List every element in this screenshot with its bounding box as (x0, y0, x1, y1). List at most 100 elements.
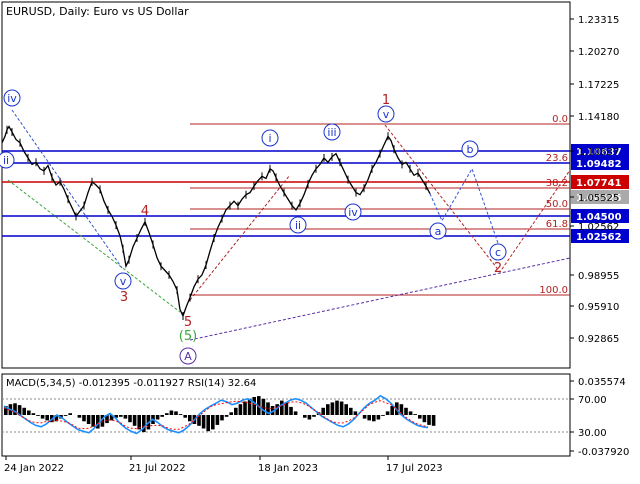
macd-histogram-bar (335, 400, 339, 415)
macd-histogram-bar (229, 412, 233, 415)
price-line-label: 1.07741 (576, 178, 622, 189)
macd-histogram-bar (201, 415, 206, 429)
wave-label: 1 (382, 93, 390, 108)
macd-histogram-bar (422, 415, 427, 423)
macd-histogram-bar (206, 415, 210, 432)
macd-histogram-bar (427, 415, 431, 425)
wave-label: (5) (179, 329, 197, 344)
background (0, 0, 640, 480)
fib-level-label: 61.8 (546, 219, 568, 230)
fib-level-label: 38.2 (546, 178, 568, 189)
macd-histogram-bar (238, 404, 243, 415)
wave-label: c (495, 246, 501, 259)
macd-histogram-bar (165, 413, 169, 415)
y-tick-label: 1.10637 (578, 147, 619, 158)
macd-histogram-bar (234, 407, 238, 415)
macd-histogram-bar (211, 415, 215, 430)
macd-histogram-bar (252, 397, 256, 415)
macd-histogram-bar (119, 415, 123, 417)
indicator-title: MACD(5,34,5) -0.012395 -0.011927 RSI(14)… (6, 378, 256, 389)
macd-histogram-bar (215, 415, 220, 425)
chart-title: EURUSD, Daily: Euro vs US Dollar (6, 5, 189, 18)
macd-histogram-bar (408, 411, 413, 415)
macd-histogram-bar (307, 415, 312, 420)
fib-level-label: 50.0 (546, 199, 568, 210)
macd-histogram-bar (404, 407, 408, 415)
macd-histogram-bar (293, 411, 298, 415)
wave-label: i (268, 132, 271, 145)
y-tick-label: 1.23315 (578, 15, 619, 26)
macd-histogram-bar (123, 415, 128, 419)
macd-histogram-bar (289, 406, 293, 415)
macd-histogram-bar (31, 413, 36, 415)
macd-histogram-bar (418, 415, 422, 419)
macd-histogram-bar (344, 404, 348, 415)
y-tick-label: 0.98955 (578, 271, 619, 282)
macd-histogram-bar (178, 414, 183, 415)
macd-histogram-bar (326, 404, 330, 415)
macd-histogram-bar (27, 410, 31, 415)
wave-label: 4 (141, 204, 149, 219)
macd-histogram-bar (312, 415, 316, 417)
macd-histogram-bar (303, 415, 307, 418)
wave-label: v (120, 275, 127, 288)
macd-histogram-bar (224, 415, 229, 417)
macd-histogram-bar (174, 411, 178, 415)
macd-histogram-bar (77, 415, 82, 418)
wave-label: A (184, 350, 192, 363)
fib-level-label: 0.0 (552, 114, 568, 125)
macd-histogram-bar (339, 401, 344, 415)
macd-histogram-bar (367, 415, 371, 421)
wave-label: ii (3, 154, 9, 167)
macd-histogram-bar (330, 402, 335, 415)
wave-label: iii (327, 126, 336, 139)
macd-histogram-bar (40, 415, 45, 419)
price-line-label: 1.09482 (576, 159, 622, 170)
x-tick-label: 18 Jan 2023 (258, 463, 318, 474)
macd-histogram-bar (132, 415, 137, 426)
fib-level-label: 100.0 (539, 285, 568, 296)
macd-histogram-bar (22, 407, 26, 415)
macd-histogram-bar (36, 415, 40, 416)
macd-histogram-bar (381, 415, 385, 416)
x-tick-label: 24 Jan 2022 (4, 463, 64, 474)
macd-histogram-bar (220, 415, 224, 421)
wave-label: iv (348, 206, 358, 219)
macd-histogram-bar (353, 411, 358, 415)
y-tick-label: 1.02562 (578, 222, 619, 233)
indicator-y-tick-label: -0.037920 (578, 447, 629, 458)
macd-histogram-bar (188, 415, 192, 422)
macd-histogram-bar (183, 415, 187, 418)
macd-histogram-bar (385, 411, 390, 415)
y-tick-label: 1.05525 (578, 193, 619, 204)
wave-label: v (383, 108, 390, 121)
macd-histogram-bar (413, 414, 417, 415)
macd-histogram-bar (376, 415, 381, 420)
y-tick-label: 0.92865 (578, 334, 619, 345)
wave-label: 5 (184, 315, 192, 330)
y-tick-label: 1.20270 (578, 47, 619, 58)
macd-histogram-bar (431, 415, 436, 426)
indicator-y-tick-label: 0.035574 (578, 377, 626, 388)
macd-histogram-bar (169, 410, 174, 415)
macd-histogram-bar (160, 415, 164, 417)
macd-histogram-bar (372, 415, 376, 422)
chart-root: 0.0 23.6 38.2 50.0 61.8 100.0 1.10637 1.09482 1… (0, 0, 640, 480)
macd-histogram-bar (86, 415, 91, 424)
wave-label: a (435, 225, 442, 238)
macd-histogram-bar (155, 415, 160, 420)
macd-histogram-bar (128, 415, 132, 423)
macd-histogram-bar (63, 415, 68, 416)
wave-label: ii (295, 219, 301, 232)
wave-label: b (467, 143, 474, 156)
wave-label: iv (7, 92, 17, 105)
macd-histogram-bar (362, 415, 367, 419)
y-tick-label: 1.17225 (578, 80, 619, 91)
macd-histogram-bar (321, 407, 325, 415)
wave-label: 2 (494, 261, 502, 276)
indicator-y-tick-label: 30.00 (578, 428, 607, 439)
x-tick-label: 17 Jul 2023 (386, 463, 443, 474)
macd-histogram-bar (280, 400, 284, 415)
chart-svg: 0.023.638.250.061.8100.0 1.106371.094821… (0, 0, 640, 480)
macd-histogram-bar (45, 415, 49, 421)
